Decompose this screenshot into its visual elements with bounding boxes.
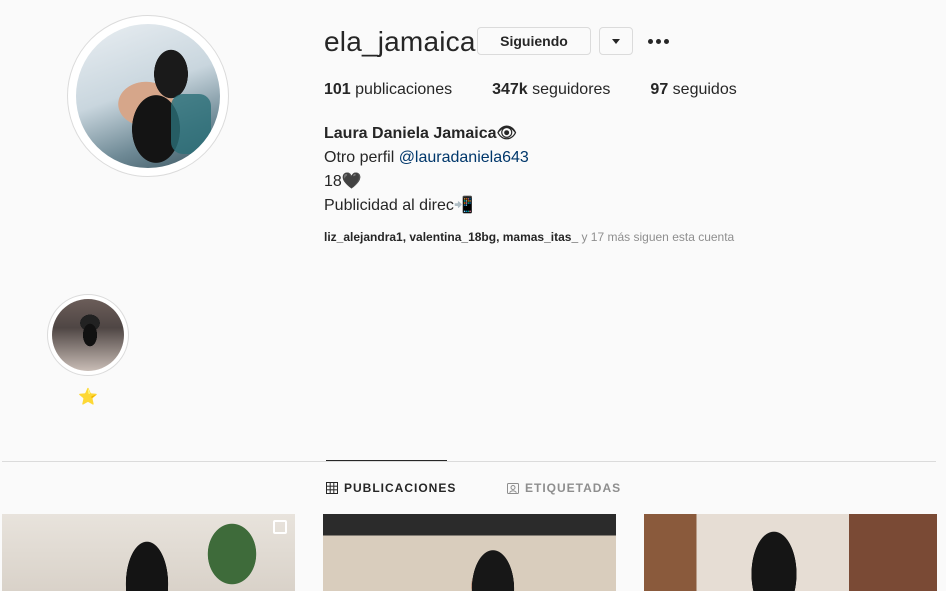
bio-line-age: 18🖤: [324, 173, 362, 190]
grid-icon: [326, 482, 338, 494]
tab-tagged[interactable]: ETIQUETADAS: [507, 481, 621, 495]
highlight-cover: [52, 299, 124, 371]
tag-icon: [507, 483, 519, 494]
followers-count-label: seguidores: [527, 81, 611, 98]
profile-bio: Laura Daniela Jamaica👁 Otro perfil @laur…: [324, 122, 529, 218]
suggested-dropdown-button[interactable]: [599, 27, 633, 55]
followed-by-suffix: y 17 más siguen esta cuenta: [578, 230, 735, 244]
following-count-value: 97: [650, 81, 669, 98]
bio-mention-link[interactable]: @lauradaniela643: [399, 149, 529, 166]
story-highlight[interactable]: [47, 294, 129, 376]
chevron-down-icon: [612, 38, 620, 44]
followed-by[interactable]: liz_alejandra1, valentina_18bg, mamas_it…: [324, 230, 734, 244]
highlight-label: ⭐: [78, 389, 98, 406]
bio-line-ads: Publicidad al direc📲: [324, 197, 474, 214]
profile-photo: [76, 24, 220, 168]
following-button[interactable]: Siguiendo: [477, 27, 591, 55]
profile-avatar[interactable]: [67, 15, 229, 177]
multiple-photos-icon: [273, 520, 287, 534]
post-thumbnail[interactable]: [323, 514, 616, 591]
more-options-icon[interactable]: [645, 28, 671, 54]
followers-count[interactable]: 347k seguidores: [492, 81, 610, 99]
tabs-divider: [2, 461, 936, 462]
posts-count-value: 101: [324, 81, 351, 98]
tab-posts-label: PUBLICACIONES: [344, 481, 457, 495]
tab-tagged-label: ETIQUETADAS: [525, 481, 622, 495]
bio-text: Otro perfil: [324, 149, 399, 166]
followed-by-users: liz_alejandra1, valentina_18bg, mamas_it…: [324, 230, 579, 244]
post-thumbnail[interactable]: [644, 514, 937, 591]
posts-count-label: publicaciones: [350, 81, 453, 98]
active-tab-indicator: [326, 460, 447, 461]
profile-username: ela_jamaica: [324, 26, 476, 57]
post-thumbnail[interactable]: [2, 514, 295, 591]
tab-posts[interactable]: PUBLICACIONES: [326, 481, 456, 495]
profile-stats: 101 publicaciones 347k seguidores 97 seg…: [324, 81, 777, 99]
followers-count-value: 347k: [492, 81, 528, 98]
profile-full-name: Laura Daniela Jamaica👁: [324, 125, 517, 142]
bio-line-other-profile: Otro perfil @lauradaniela643: [324, 146, 529, 170]
following-count[interactable]: 97 seguidos: [650, 81, 736, 99]
posts-count: 101 publicaciones: [324, 81, 452, 99]
following-count-label: seguidos: [668, 81, 737, 98]
